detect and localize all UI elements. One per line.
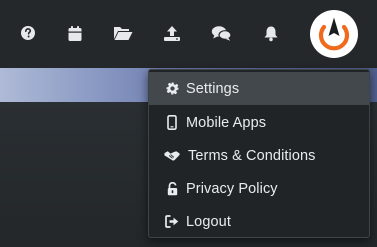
menu-item-settings[interactable]: Settings [149,72,369,105]
calendar-icon[interactable] [64,22,86,44]
brand-logo-icon [318,17,350,51]
menu-item-mobile-apps[interactable]: Mobile Apps [149,106,369,139]
mobile-phone-icon [164,115,180,131]
menu-item-label: Terms & Conditions [188,147,316,164]
unlock-icon [164,181,180,197]
help-circle-icon[interactable] [17,22,39,44]
menu-item-label: Mobile Apps [186,114,267,131]
menu-item-terms-conditions[interactable]: Terms & Conditions [149,139,369,172]
menu-item-privacy-policy[interactable]: Privacy Policy [149,172,369,205]
user-dropdown-menu: Settings Mobile Apps Terms & Conditions [148,69,370,238]
top-navigation-bar [0,0,377,68]
handshake-icon [164,148,180,164]
menu-item-label: Privacy Policy [186,180,278,197]
user-avatar[interactable] [310,10,358,58]
folder-open-icon[interactable] [112,22,134,44]
menu-item-label: Logout [186,213,231,230]
gear-icon [164,81,180,97]
menu-item-label: Settings [186,80,240,97]
menu-item-logout[interactable]: Logout [149,205,369,238]
bell-icon[interactable] [260,22,282,44]
chat-bubbles-icon[interactable] [210,22,232,44]
sign-out-icon [164,214,180,230]
upload-icon[interactable] [161,22,183,44]
